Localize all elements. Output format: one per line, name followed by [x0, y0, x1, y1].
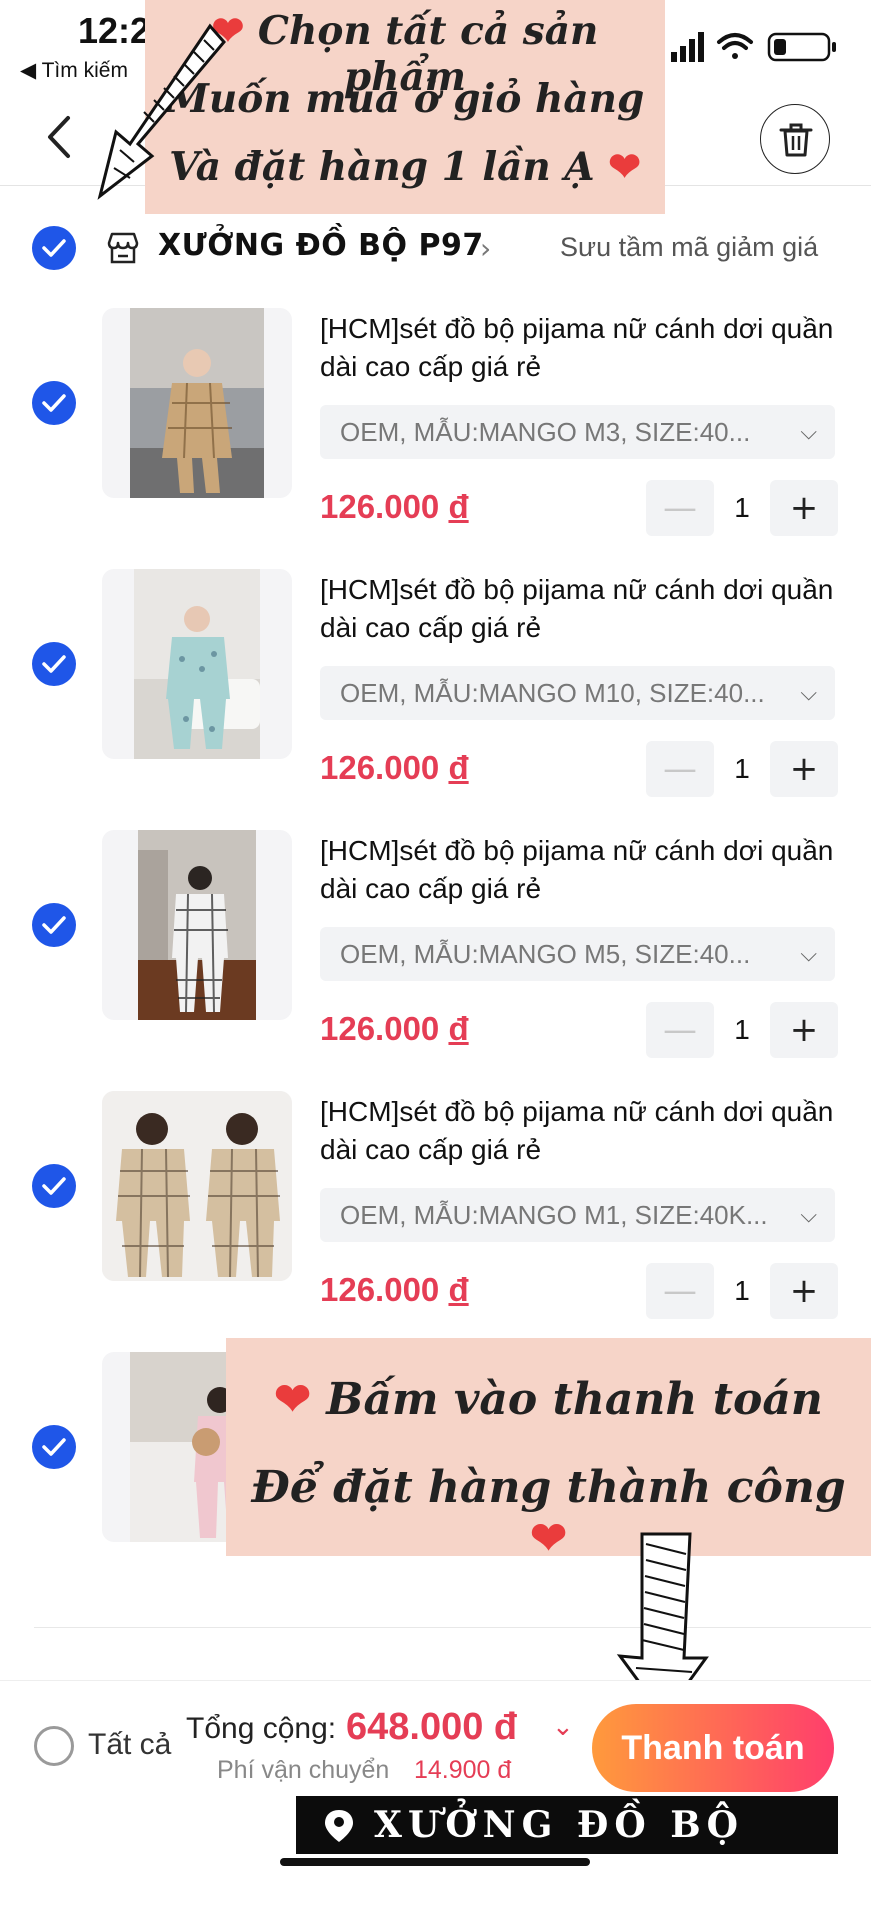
shop-watermark-tag: XƯỞNG ĐỒ BỘ P97: [296, 1796, 838, 1904]
price-currency: đ: [448, 488, 469, 525]
shop-chevron-icon[interactable]: ›: [480, 232, 491, 265]
chevron-down-icon: ⌵: [800, 680, 817, 705]
plus-icon: +: [789, 488, 819, 528]
minus-icon: —: [663, 749, 697, 789]
shop-tag-text: XƯỞNG ĐỒ BỘ P97: [374, 1804, 745, 1904]
wifi-icon: [717, 33, 753, 59]
minus-icon: —: [663, 488, 697, 528]
home-indicator[interactable]: [280, 1858, 590, 1866]
status-icons: [671, 32, 836, 62]
collect-voucher-link[interactable]: Sưu tầm mã giảm giá: [560, 232, 818, 263]
total-label: Tổng cộng:: [186, 1712, 337, 1745]
banner-text: Và đặt hàng 1 lần Ạ: [169, 144, 595, 190]
checkout-button[interactable]: Thanh toán: [592, 1704, 834, 1792]
variant-label: OEM, MẪU:MANGO M3, SIZE:40...: [340, 417, 751, 447]
signal-icon: [671, 32, 704, 62]
price-currency: đ: [448, 1271, 469, 1308]
banner-text: Bấm vào thanh toán: [326, 1374, 823, 1425]
item-checkbox[interactable]: [32, 903, 76, 947]
arrow-icon: [97, 23, 226, 200]
check-icon: [42, 394, 66, 412]
product-thumbnail[interactable]: [102, 1091, 292, 1281]
quantity-increase-button[interactable]: +: [770, 1263, 838, 1319]
check-icon: [42, 1177, 66, 1195]
location-pin-icon: [325, 1810, 353, 1842]
trash-icon: [779, 123, 813, 157]
product-thumbnail[interactable]: [102, 830, 292, 1020]
banner-line-2: Để đặt hàng thành công ❤: [226, 1462, 871, 1564]
chevron-down-icon[interactable]: ⌄: [552, 1712, 574, 1742]
variant-label: OEM, MẪU:MANGO M5, SIZE:40...: [340, 939, 751, 969]
item-title[interactable]: [HCM]sét đồ bộ pijama nữ cánh dơi quần d…: [320, 571, 840, 647]
check-icon: [42, 1438, 66, 1456]
delete-button[interactable]: [760, 104, 830, 174]
list-divider: [34, 1627, 871, 1628]
instruction-banner-bottom: ❤ Bấm vào thanh toán Để đặt hàng thành c…: [226, 1338, 871, 1564]
shipping-value: 14.900 đ: [414, 1756, 512, 1784]
minus-icon: —: [663, 1010, 697, 1050]
item-price: 126.000 đ: [320, 749, 469, 787]
battery-icon: [767, 32, 836, 62]
chevron-down-icon: ⌵: [800, 1202, 817, 1227]
select-all-checkbox[interactable]: [34, 1726, 74, 1766]
quantity-value[interactable]: 1: [712, 1275, 772, 1307]
product-thumbnail[interactable]: [102, 308, 292, 498]
check-icon: [42, 239, 66, 257]
shipping-label: Phí vận chuyển: [217, 1756, 390, 1784]
banner-line-1: ❤ Bấm vào thanh toán: [226, 1374, 871, 1425]
price-value: 126.000: [320, 1010, 440, 1047]
check-icon: [42, 916, 66, 934]
item-title[interactable]: [HCM]sét đồ bộ pijama nữ cánh dơi quần d…: [320, 310, 840, 386]
total-value: 648.000 đ: [346, 1706, 518, 1748]
minus-icon: —: [663, 1271, 697, 1311]
select-all-label[interactable]: Tất cả: [88, 1728, 171, 1762]
item-price: 126.000 đ: [320, 1271, 469, 1309]
quantity-value[interactable]: 1: [712, 1014, 772, 1046]
quantity-value[interactable]: 1: [712, 492, 772, 524]
product-thumbnail[interactable]: [102, 569, 292, 759]
variant-selector[interactable]: OEM, MẪU:MANGO M1, SIZE:40K... ⌵: [320, 1188, 835, 1242]
banner-text: Để đặt hàng thành công: [251, 1462, 846, 1513]
check-icon: [42, 655, 66, 673]
item-checkbox[interactable]: [32, 381, 76, 425]
item-title[interactable]: [HCM]sét đồ bộ pijama nữ cánh dơi quần d…: [320, 832, 840, 908]
banner-text: Muốn mua ở giỏ hàng: [165, 76, 645, 122]
variant-selector[interactable]: OEM, MẪU:MANGO M10, SIZE:40... ⌵: [320, 666, 835, 720]
item-checkbox[interactable]: [32, 1164, 76, 1208]
heart-icon: ❤: [530, 1513, 567, 1564]
price-value: 126.000: [320, 1271, 440, 1308]
quantity-decrease-button[interactable]: —: [646, 480, 714, 536]
shop-select-checkbox[interactable]: [32, 226, 76, 270]
heart-icon: ❤: [274, 1374, 311, 1425]
quantity-decrease-button[interactable]: —: [646, 1263, 714, 1319]
item-checkbox[interactable]: [32, 1425, 76, 1469]
quantity-increase-button[interactable]: +: [770, 480, 838, 536]
back-chevron-icon[interactable]: [40, 112, 80, 162]
heart-icon: ❤: [608, 144, 641, 190]
item-price: 126.000 đ: [320, 1010, 469, 1048]
price-currency: đ: [448, 1010, 469, 1047]
chevron-down-icon: ⌵: [800, 419, 817, 444]
quantity-decrease-button[interactable]: —: [646, 1002, 714, 1058]
shop-name[interactable]: XƯỞNG ĐỒ BỘ P97: [158, 228, 484, 263]
quantity-increase-button[interactable]: +: [770, 741, 838, 797]
item-title[interactable]: [HCM]sét đồ bộ pijama nữ cánh dơi quần d…: [320, 1093, 840, 1169]
variant-selector[interactable]: OEM, MẪU:MANGO M5, SIZE:40... ⌵: [320, 927, 835, 981]
price-value: 126.000: [320, 488, 440, 525]
price-value: 126.000: [320, 749, 440, 786]
quantity-increase-button[interactable]: +: [770, 1002, 838, 1058]
variant-label: OEM, MẪU:MANGO M10, SIZE:40...: [340, 678, 765, 708]
store-icon: [107, 232, 139, 264]
plus-icon: +: [789, 1271, 819, 1311]
price-currency: đ: [448, 749, 469, 786]
item-price: 126.000 đ: [320, 488, 469, 526]
chevron-down-icon: ⌵: [800, 941, 817, 966]
quantity-decrease-button[interactable]: —: [646, 741, 714, 797]
item-checkbox[interactable]: [32, 642, 76, 686]
plus-icon: +: [789, 749, 819, 789]
plus-icon: +: [789, 1010, 819, 1050]
variant-label: OEM, MẪU:MANGO M1, SIZE:40K...: [340, 1200, 768, 1230]
variant-selector[interactable]: OEM, MẪU:MANGO M3, SIZE:40... ⌵: [320, 405, 835, 459]
quantity-value[interactable]: 1: [712, 753, 772, 785]
